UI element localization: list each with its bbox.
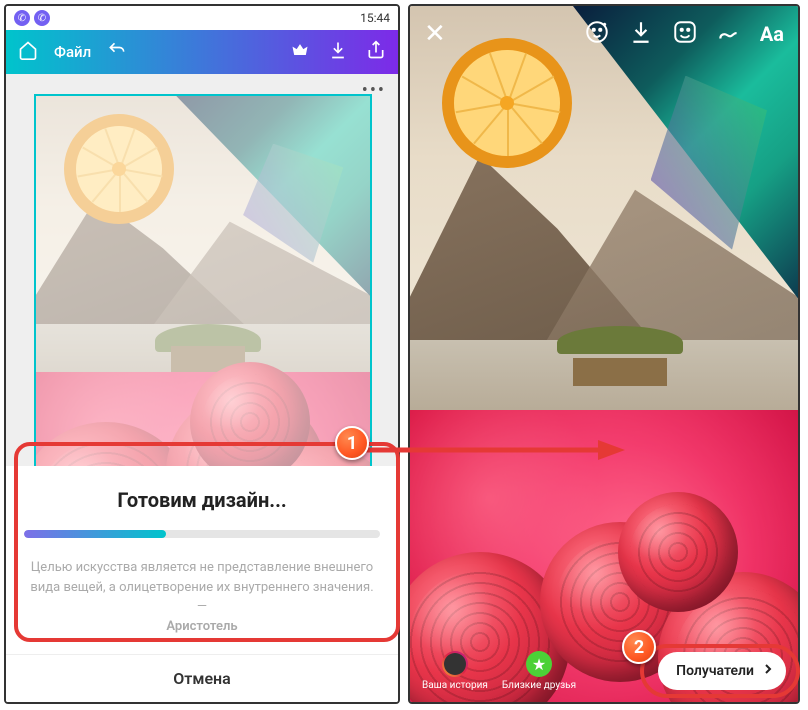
sheet-title: Готовим дизайн... (24, 488, 380, 512)
text-tool[interactable]: Aa (760, 22, 784, 46)
recipients-label: Получатели (676, 663, 754, 679)
progress-bar (24, 530, 380, 538)
cancel-button[interactable]: Отмена (6, 654, 398, 702)
close-friends-button[interactable]: ★ Близкие друзья (502, 651, 576, 691)
close-friends-star-icon: ★ (526, 651, 552, 677)
loading-quote: Целью искусства является не представлени… (24, 558, 380, 636)
save-icon[interactable] (628, 19, 654, 49)
viber-icon: ✆ (34, 10, 50, 26)
canva-app-screen: ✆ ✆ 15:44 Файл ••• (4, 4, 400, 704)
annotation-badge-2: 2 (622, 630, 656, 664)
draw-icon[interactable] (716, 19, 742, 49)
your-story-label: Ваша история (422, 680, 488, 691)
story-artwork[interactable] (410, 6, 798, 702)
status-time: 15:44 (360, 11, 390, 25)
instagram-story-editor: ✕ Aa Ваша история ★ Близкие друзья Получ… (408, 4, 800, 704)
your-story-button[interactable]: Ваша история (422, 651, 488, 691)
undo-icon[interactable] (107, 40, 127, 64)
your-story-avatar-icon (442, 651, 468, 677)
face-filter-icon[interactable] (584, 19, 610, 49)
close-icon[interactable]: ✕ (424, 19, 446, 49)
close-friends-label: Близкие друзья (502, 680, 576, 691)
export-progress-sheet: Готовим дизайн... Целью искусства являет… (6, 466, 398, 654)
status-bar: ✆ ✆ 15:44 (6, 6, 398, 30)
status-icons-left: ✆ ✆ (14, 10, 50, 26)
viber-icon: ✆ (14, 10, 30, 26)
file-menu[interactable]: Файл (54, 43, 91, 61)
canva-toolbar: Файл (6, 30, 398, 74)
annotation-badge-1: 1 (335, 426, 369, 460)
sticker-icon[interactable] (672, 19, 698, 49)
download-icon[interactable] (328, 40, 348, 64)
quote-author: Аристотель (24, 617, 380, 637)
crown-icon[interactable] (290, 40, 310, 64)
home-icon[interactable] (18, 40, 38, 64)
progress-fill (24, 530, 166, 538)
share-icon[interactable] (366, 40, 386, 64)
story-bottom-bar: Ваша история ★ Близкие друзья Получатели (410, 640, 798, 702)
chevron-right-icon (760, 661, 776, 681)
recipients-button[interactable]: Получатели (658, 652, 786, 690)
story-top-toolbar: ✕ Aa (410, 6, 798, 62)
